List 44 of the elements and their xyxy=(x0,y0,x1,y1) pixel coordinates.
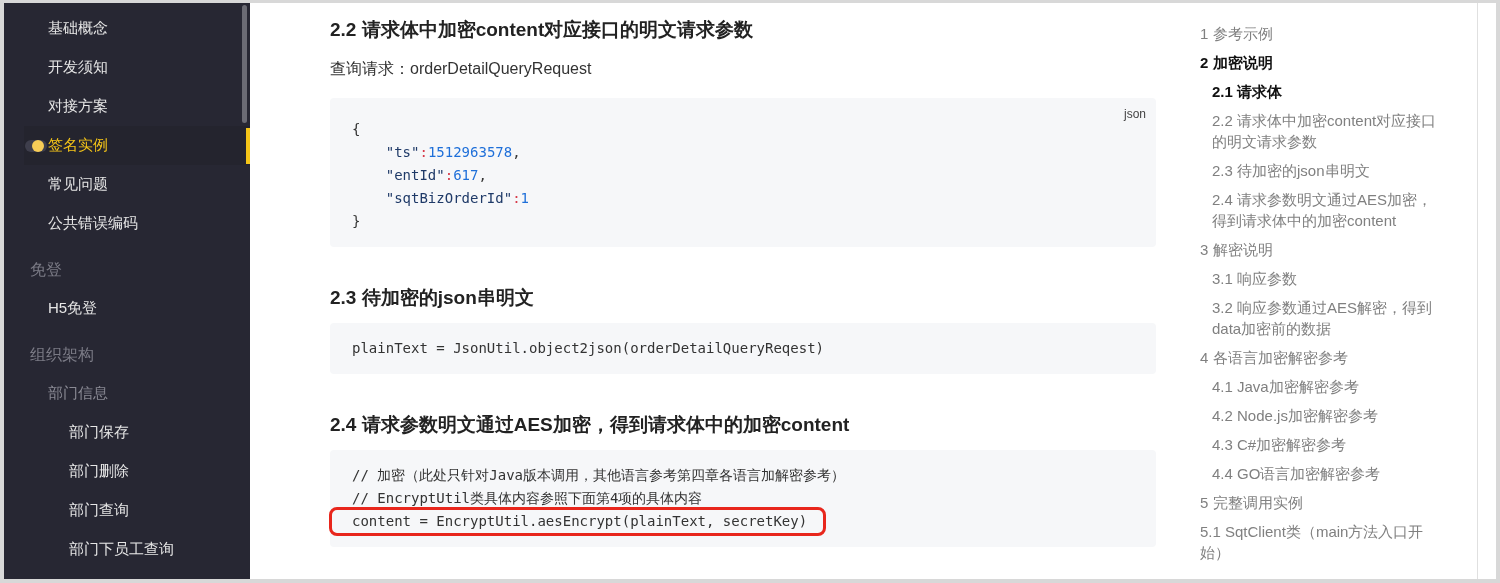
sidebar-item[interactable]: 部门下员工查询 xyxy=(4,530,250,569)
code-line: { xyxy=(352,120,361,139)
toc-link[interactable]: 1 参考示例 xyxy=(1200,23,1430,44)
code-line: plainText = JsonUtil.object2json(orderDetailQueryReqest) xyxy=(352,339,824,358)
sidebar-item[interactable]: 部门信息 xyxy=(4,374,250,413)
sidebar-item[interactable]: 部门删除 xyxy=(4,452,250,491)
toc-link[interactable]: 3 解密说明 xyxy=(1200,239,1430,260)
sidebar-item[interactable]: 部门查询 xyxy=(4,491,250,530)
toc-link[interactable]: 4.4 GO语言加密解密参考 xyxy=(1212,463,1442,484)
section-heading: 2.2 请求体中加密content对应接口的明文请求参数 xyxy=(330,18,755,42)
section-heading: 2.3 待加密的json串明文 xyxy=(330,286,535,310)
paragraph: 查询请求：orderDetailQueryRequest xyxy=(330,59,593,79)
language-label: json xyxy=(1124,107,1146,121)
toc-link[interactable]: 2.2 请求体中加密content对应接口的明文请求参数 xyxy=(1212,110,1442,152)
toc-link[interactable]: 5 完整调用实例 xyxy=(1200,492,1430,513)
toc-link[interactable]: 2 加密说明 xyxy=(1200,52,1430,73)
toc-link[interactable]: 4.1 Java加密解密参考 xyxy=(1212,376,1442,397)
sidebar-item[interactable]: 基础概念 xyxy=(4,9,250,48)
code-line: } xyxy=(352,212,361,231)
toc-link[interactable]: 4 各语言加密解密参考 xyxy=(1200,347,1430,368)
toc-link[interactable]: 2.1 请求体 xyxy=(1212,81,1442,102)
sidebar-item[interactable]: H5免登 xyxy=(4,289,250,328)
toc-link[interactable]: 3.2 响应参数通过AES解密，得到data加密前的数据 xyxy=(1212,297,1442,339)
sidebar-item[interactable]: 组织架构 xyxy=(4,328,250,374)
toc-link[interactable]: 2.3 待加密的json串明文 xyxy=(1212,160,1442,181)
toc-link[interactable]: 4.2 Node.js加密解密参考 xyxy=(1212,405,1442,426)
sidebar-item[interactable]: 公共错误编码 xyxy=(4,204,250,243)
sidebar-item[interactable]: 签名实例 xyxy=(24,126,250,165)
sidebar-item[interactable]: 免登 xyxy=(4,243,250,289)
toc-link[interactable]: 2.4 请求参数明文通过AES加密，得到请求体中的加密content xyxy=(1212,189,1442,231)
code-line: "entId":617, xyxy=(384,166,487,185)
code-line: "ts":1512963578, xyxy=(384,143,521,162)
code-line: // 加密（此处只针对Java版本调用，其他语言参考第四章各语言加解密参考） xyxy=(352,466,845,485)
toc-link[interactable]: 3.1 响应参数 xyxy=(1212,268,1442,289)
toc-link[interactable]: 5.1 SqtClient类（main方法入口开始） xyxy=(1200,521,1430,563)
sidebar-item[interactable]: 对接方案 xyxy=(4,87,250,126)
code-line: "sqtBizOrderId":1 xyxy=(384,189,530,208)
sidebar-item[interactable]: 部门保存 xyxy=(4,413,250,452)
code-line: content = EncryptUtil.aesEncrypt(plainText, secretKey) xyxy=(332,510,824,533)
section-heading: 2.4 请求参数明文通过AES加密，得到请求体中的加密content xyxy=(330,413,851,437)
toc-link[interactable]: 4.3 C#加密解密参考 xyxy=(1212,434,1442,455)
sidebar-item[interactable]: 常见问题 xyxy=(4,165,250,204)
sidebar-item[interactable]: 开发须知 xyxy=(4,48,250,87)
code-line: // EncryptUtil类具体内容参照下面第4项的具体内容 xyxy=(352,489,703,508)
